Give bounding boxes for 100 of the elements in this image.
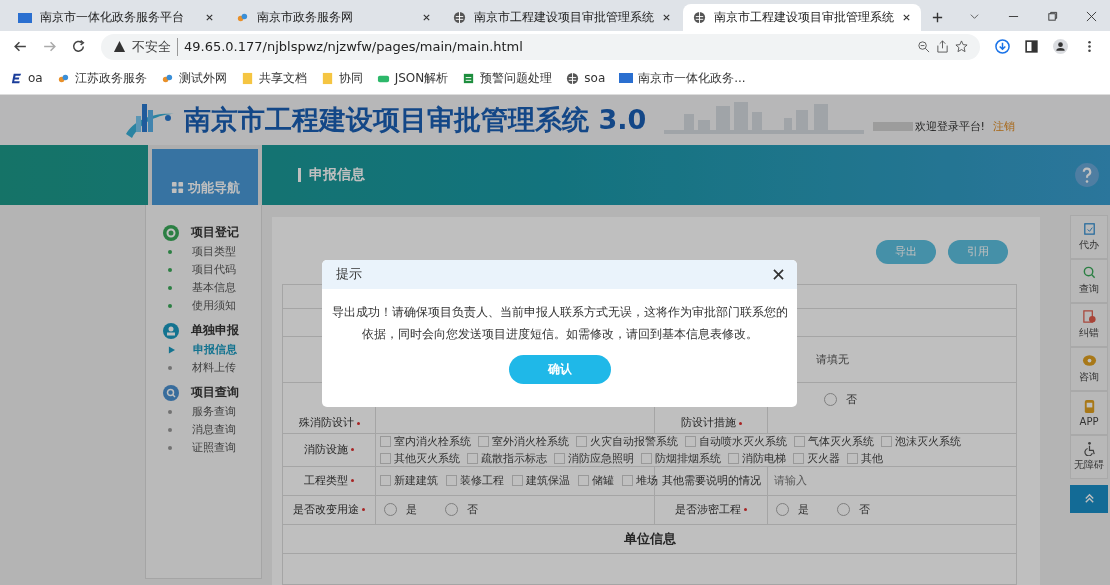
radio-option[interactable]: 是: [776, 502, 809, 518]
gear-icon: [163, 225, 179, 241]
radio-option[interactable]: 否: [824, 392, 857, 407]
bookmark-label: 协同: [338, 69, 363, 87]
bookmark[interactable]: 预警问题处理: [462, 69, 553, 87]
close-icon[interactable]: [662, 13, 671, 23]
help-icon[interactable]: [1074, 162, 1100, 188]
nav-heading-text: 功能导航: [187, 179, 240, 197]
checkbox-option[interactable]: 气体灭火系统: [794, 434, 874, 449]
welcome-text: 欢迎登录平台!: [914, 119, 985, 135]
browser-tab[interactable]: 南京市工程建设项目审批管理系统: [683, 4, 921, 32]
restore-icon[interactable]: [1047, 11, 1058, 23]
bookmark-label: 共享文档: [258, 69, 307, 87]
bookmark-label: JSON解析: [394, 69, 449, 87]
section-heading: 单位信息: [623, 530, 676, 548]
browser-tab[interactable]: 南京市政务服务网: [225, 4, 441, 32]
url-text: 49.65.0.177/njblspwz/njzwfw/pages/main/main.html: [184, 39, 523, 55]
section-title: 申报信息: [309, 166, 365, 184]
browser-tab[interactable]: 南京市一体化政务服务平台: [8, 4, 224, 32]
close-icon[interactable]: [1086, 11, 1097, 23]
bookmark-label: 预警问题处理: [480, 69, 553, 87]
system-title: 南京市工程建设项目审批管理系统 3.0: [184, 103, 647, 137]
folder-icon: [320, 71, 334, 85]
bookmark-label: 测试外网: [178, 69, 227, 87]
warning-icon: [113, 40, 126, 54]
bookmark[interactable]: 江苏政务服务: [56, 69, 147, 87]
nav-item[interactable]: 基本信息: [163, 279, 261, 297]
radio-option[interactable]: 否: [445, 502, 478, 518]
checkbox-option[interactable]: 自动喷水灭火系统: [685, 434, 787, 449]
nav-item[interactable]: 消息查询: [163, 421, 261, 439]
toolbar-button[interactable]: 咨询: [1070, 347, 1108, 391]
bookmark-label: 江苏政务服务: [74, 69, 147, 87]
checkbox-option[interactable]: 灭火器: [793, 451, 840, 466]
share-icon[interactable]: [936, 40, 949, 54]
wheelchair-icon: [1081, 441, 1097, 457]
nav-item[interactable]: 项目代码: [163, 261, 261, 279]
tab-title: 南京市一体化政务服务平台: [40, 9, 185, 27]
checkbox-option[interactable]: 消防应急照明: [554, 451, 634, 466]
nav-item[interactable]: 使用须知: [163, 297, 261, 315]
radio-option[interactable]: 否: [837, 502, 870, 518]
nav-group-title: 项目查询: [191, 384, 239, 402]
letter-e-icon: [10, 71, 23, 85]
nav-group-title: 项目登记: [191, 224, 239, 242]
checkbox-option[interactable]: 装修工程: [446, 473, 504, 489]
bookmark[interactable]: oa: [10, 71, 43, 86]
zoom-icon[interactable]: [917, 40, 930, 54]
checkbox-option[interactable]: 消防电梯: [728, 451, 786, 466]
blurred-username: [872, 122, 913, 132]
bookmark[interactable]: 共享文档: [240, 69, 307, 87]
checkbox-option[interactable]: 新建建筑: [380, 473, 438, 489]
checkbox-option[interactable]: 建筑保温: [512, 473, 570, 489]
user-icon: [163, 323, 179, 339]
toolbar-button[interactable]: 无障碍: [1070, 435, 1108, 479]
toolbar-button[interactable]: 代办: [1070, 215, 1108, 259]
field-label: 消防设施: [304, 442, 348, 458]
dialog-message: 导出成功！请确保项目负责人、当前申报人联系方式无误，这将作为审批部门联系您的依据，同时会向您发送项目进度短信。如需修改，请回到基本信息表修改。: [330, 304, 789, 343]
radio-option[interactable]: 是: [384, 502, 417, 518]
bookmark[interactable]: soa: [566, 71, 606, 86]
nav-item[interactable]: 证照查询: [163, 439, 261, 457]
close-icon[interactable]: [422, 13, 431, 23]
checkbox-option[interactable]: 室外消火栓系统: [478, 434, 569, 449]
star-icon[interactable]: [955, 40, 968, 54]
dialog-title: 提示: [336, 265, 362, 284]
checkbox-option[interactable]: 其他灭火系统: [380, 451, 460, 466]
bookmark[interactable]: 协同: [320, 69, 363, 87]
bookmark-label: soa: [584, 71, 606, 86]
toolbar-button[interactable]: APP: [1070, 391, 1108, 435]
checkbox-option[interactable]: 堆场: [622, 473, 658, 489]
close-icon[interactable]: [902, 13, 911, 23]
new-tab-icon[interactable]: [931, 11, 944, 25]
close-icon[interactable]: [204, 13, 214, 23]
search-icon: [163, 385, 179, 401]
toolbar-button[interactable]: 纠错: [1070, 303, 1108, 347]
checkbox-option[interactable]: 火灾自动报警系统: [576, 434, 678, 449]
bookmark[interactable]: 测试外网: [160, 69, 227, 87]
address-bar[interactable]: 不安全 49.65.0.177/njblspwz/njzwfw/pages/main/main.html: [101, 34, 980, 60]
field-hint: 请填无: [816, 352, 849, 367]
checkbox-option[interactable]: 其他: [847, 451, 883, 466]
field-label: 殊消防设计: [298, 415, 354, 430]
nav-item[interactable]: 材料上传: [163, 359, 261, 377]
field-label: 防设计措施: [680, 415, 736, 430]
nav-item[interactable]: 服务查询: [163, 403, 261, 421]
checkbox-option[interactable]: 防烟排烟系统: [641, 451, 721, 466]
globe-icon: [453, 11, 466, 25]
field-label: 其他需要说明的情况: [661, 473, 761, 489]
folder-icon: [240, 71, 254, 85]
checkbox-option[interactable]: 泡沫灭火系统: [881, 434, 961, 449]
close-icon[interactable]: [772, 268, 785, 281]
bookmark[interactable]: JSON解析: [376, 69, 449, 87]
nav-item[interactable]: 项目类型: [163, 243, 261, 261]
toolbar-button[interactable]: 查询: [1070, 259, 1108, 303]
checkbox-option[interactable]: 储罐: [578, 473, 614, 489]
clipboard-icon: [1081, 221, 1097, 237]
checkbox-option[interactable]: 室内消火栓系统: [380, 434, 471, 449]
spreadsheet-icon: [462, 71, 476, 85]
input-field[interactable]: 请输入: [772, 473, 1012, 489]
search-icon: [1081, 265, 1097, 281]
checkbox-option[interactable]: 疏散指示标志: [467, 451, 547, 466]
globe-icon: [566, 71, 580, 85]
browser-tab[interactable]: 南京市工程建设项目审批管理系统: [443, 4, 681, 32]
